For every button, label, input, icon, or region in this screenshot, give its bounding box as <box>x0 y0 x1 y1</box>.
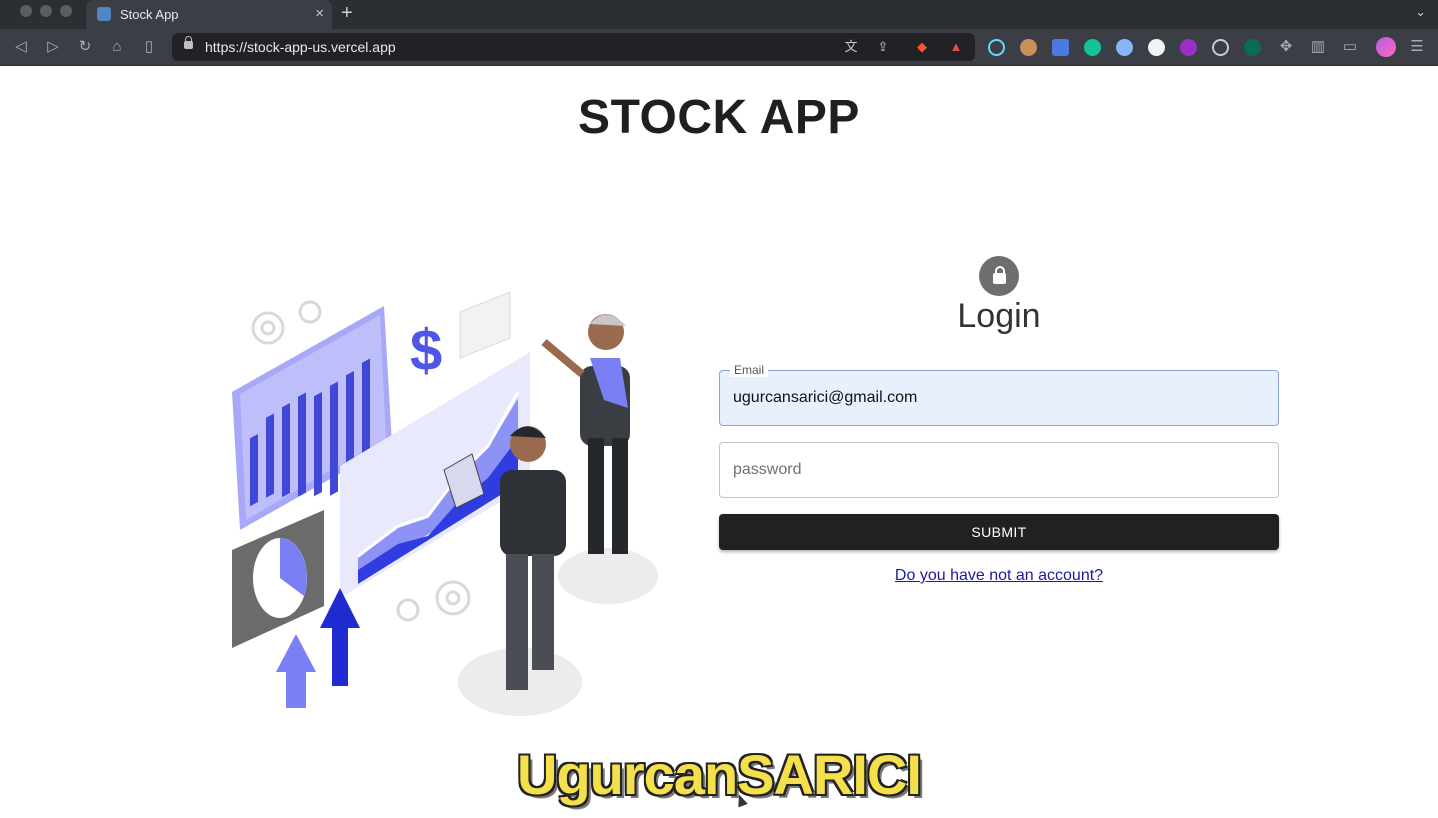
window-minimize-dot[interactable] <box>40 5 52 17</box>
new-tab-button[interactable]: + <box>341 2 353 25</box>
email-field[interactable]: Email <box>719 363 1279 426</box>
forward-icon[interactable]: ▷ <box>43 37 63 57</box>
email-input[interactable] <box>720 371 1278 425</box>
address-bar[interactable]: https://stock-app-us.vercel.app 文 ⇪ ◆ ▲ <box>172 33 975 61</box>
lock-avatar <box>979 256 1019 296</box>
home-icon[interactable]: ⌂ <box>107 37 127 57</box>
password-field[interactable] <box>719 442 1279 498</box>
share-icon[interactable]: ⇪ <box>875 39 891 55</box>
browser-tab-bar: Stock App × + ⌄ <box>0 0 1438 29</box>
translate-icon[interactable]: 文 <box>843 39 859 55</box>
up-arrow-icon <box>276 634 316 708</box>
document-icon <box>459 291 511 359</box>
pie-chart-board <box>232 510 324 648</box>
back-icon[interactable]: ◁ <box>11 37 31 57</box>
tab-title: Stock App <box>120 7 179 22</box>
tab-favicon-icon <box>97 7 111 21</box>
login-heading: Login <box>957 297 1041 335</box>
lock-icon <box>993 266 1006 284</box>
extension-purple-icon[interactable] <box>1180 39 1197 56</box>
browser-toolbar: ◁ ▷ ↻ ⌂ ▯ https://stock-app-us.vercel.ap… <box>0 29 1438 66</box>
author-watermark: UgurcanSARICI <box>517 743 922 806</box>
puzzle-icon[interactable]: ✥ <box>1276 37 1296 57</box>
profile-icon[interactable] <box>1376 37 1396 57</box>
up-arrow-icon <box>320 588 360 686</box>
tab-list-chevron-icon[interactable]: ⌄ <box>1415 4 1426 20</box>
window-close-dot[interactable] <box>20 5 32 17</box>
stock-analytics-illustration: $ <box>232 291 658 716</box>
woman-figure <box>541 314 658 604</box>
react-devtools-icon[interactable] <box>988 39 1005 56</box>
google-translate-icon[interactable] <box>1052 39 1069 56</box>
page-title: STOCK APP <box>578 91 860 144</box>
url-text[interactable]: https://stock-app-us.vercel.app <box>205 39 396 55</box>
wallet-icon[interactable]: ▭ <box>1340 37 1360 57</box>
bookmark-icon[interactable]: ▯ <box>139 37 159 57</box>
reload-icon[interactable]: ↻ <box>75 37 95 57</box>
email-label: Email <box>730 363 769 377</box>
extension-circle-icon[interactable] <box>1116 39 1133 56</box>
grammarly-icon[interactable] <box>1084 39 1101 56</box>
extension-owl-icon[interactable] <box>1020 39 1037 56</box>
brave-shields-icon[interactable]: ◆ <box>914 39 930 55</box>
menu-icon[interactable]: ☰ <box>1407 37 1427 57</box>
extension-target-icon[interactable] <box>1212 39 1229 56</box>
browser-tab[interactable]: Stock App × <box>86 0 332 29</box>
brave-rewards-icon[interactable]: ▲ <box>948 39 964 55</box>
submit-button[interactable]: SUBMIT <box>719 514 1279 550</box>
tab-close-icon[interactable]: × <box>315 5 324 23</box>
dollar-sign-icon: $ <box>410 318 442 383</box>
extension-white-icon[interactable] <box>1148 39 1165 56</box>
window-zoom-dot[interactable] <box>60 5 72 17</box>
lock-icon <box>184 36 193 49</box>
extension-green-icon[interactable] <box>1244 39 1261 56</box>
password-input[interactable] <box>720 443 1278 497</box>
register-link[interactable]: Do you have not an account? <box>719 567 1279 585</box>
sidebar-icon[interactable]: ▥ <box>1308 37 1328 57</box>
